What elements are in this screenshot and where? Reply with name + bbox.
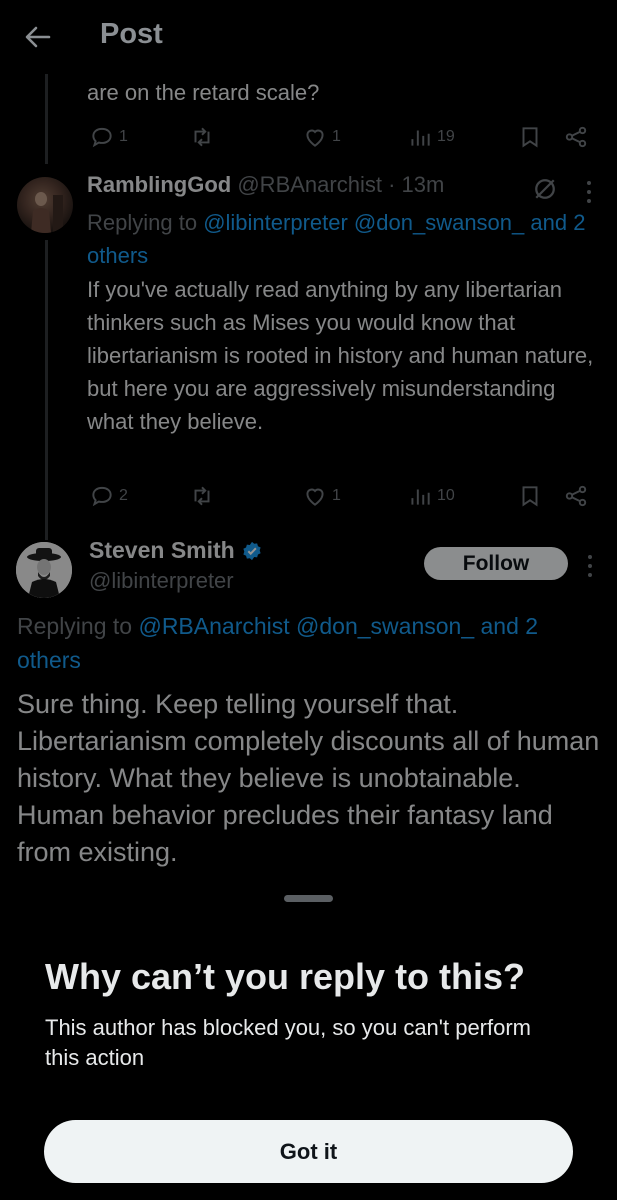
handle[interactable]: @libinterpreter: [89, 568, 234, 594]
main-tweet-author[interactable]: Steven Smith: [89, 537, 263, 564]
reply-icon: [92, 127, 112, 148]
reply-button[interactable]: 2: [89, 483, 128, 509]
display-name[interactable]: RamblingGod: [87, 172, 231, 197]
like-count: 1: [332, 128, 341, 145]
replying-prefix: Replying to: [17, 613, 133, 639]
previous-tweet-text: are on the retard scale?: [87, 80, 320, 105]
retweet-button[interactable]: [189, 124, 215, 150]
views-icon: [411, 130, 430, 146]
tweet-text: Sure thing. Keep telling yourself that. …: [17, 689, 600, 867]
tweet-text: If you've actually read anything by any …: [87, 277, 594, 434]
like-button[interactable]: 1: [302, 124, 341, 150]
share-button[interactable]: [563, 124, 589, 150]
views-icon: [411, 489, 430, 505]
view-count: 19: [437, 128, 455, 145]
retweet-button[interactable]: [189, 483, 215, 509]
bookmark-icon: [522, 486, 538, 507]
views-button[interactable]: 10: [407, 483, 455, 509]
follow-button[interactable]: Follow: [424, 547, 568, 580]
replying-mentions[interactable]: @libinterpreter @don_swanson_: [203, 210, 524, 235]
views-button[interactable]: 19: [407, 124, 455, 150]
top-bar: Post: [0, 0, 617, 74]
reply-button[interactable]: 1: [89, 124, 128, 150]
reply-icon: [92, 486, 112, 507]
share-button[interactable]: [563, 483, 589, 509]
timestamp: 13m: [401, 172, 445, 197]
reply-tweet-actions: 2 1 10: [87, 483, 587, 513]
separator: ·: [388, 172, 396, 197]
display-name[interactable]: Steven Smith: [89, 537, 235, 564]
more-icon[interactable]: [583, 177, 595, 207]
bookmark-button[interactable]: [517, 124, 543, 150]
like-button[interactable]: 1: [302, 483, 341, 509]
post-thread: are on the retard scale? 1 1 19 Rambling…: [0, 0, 617, 895]
replying-prefix: Replying to: [87, 210, 198, 235]
thread-line: [45, 74, 48, 164]
sheet-title: Why can’t you reply to this?: [45, 956, 526, 997]
heart-icon: [306, 129, 324, 147]
avatar[interactable]: [16, 542, 72, 598]
previous-tweet-actions: 1 1 19: [87, 124, 587, 154]
page-title: Post: [100, 18, 163, 50]
reply-count: 1: [119, 128, 128, 145]
bottom-sheet: Why can’t you reply to this? This author…: [0, 880, 617, 1200]
more-icon[interactable]: [584, 551, 596, 581]
thread-line: [45, 240, 48, 540]
replying-to: Replying to @libinterpreter @don_swanson…: [87, 206, 597, 272]
replying-to: Replying to @RBAnarchist @don_swanson_ a…: [17, 609, 597, 677]
view-count: 10: [437, 487, 455, 504]
bookmark-icon: [522, 127, 538, 148]
got-it-button[interactable]: Got it: [44, 1120, 573, 1183]
share-icon: [565, 126, 587, 148]
reply-tweet-header: RamblingGod @RBAnarchist · 13m: [87, 172, 444, 198]
handle[interactable]: @RBAnarchist: [237, 172, 382, 197]
reply-count: 2: [119, 487, 128, 504]
avatar-image: [31, 192, 63, 233]
heart-icon: [306, 488, 324, 506]
avatar-image: [16, 542, 72, 598]
like-count: 1: [332, 487, 341, 504]
back-arrow-icon[interactable]: [22, 21, 54, 53]
bookmark-button[interactable]: [517, 483, 543, 509]
verified-badge-icon: [243, 541, 261, 560]
retweet-icon: [194, 486, 210, 506]
sheet-handle[interactable]: [284, 895, 333, 902]
sheet-description: This author has blocked you, so you can'…: [45, 1015, 532, 1070]
avatar[interactable]: [17, 177, 73, 233]
grok-icon[interactable]: [530, 174, 560, 204]
retweet-icon: [194, 127, 210, 147]
share-icon: [565, 485, 587, 507]
